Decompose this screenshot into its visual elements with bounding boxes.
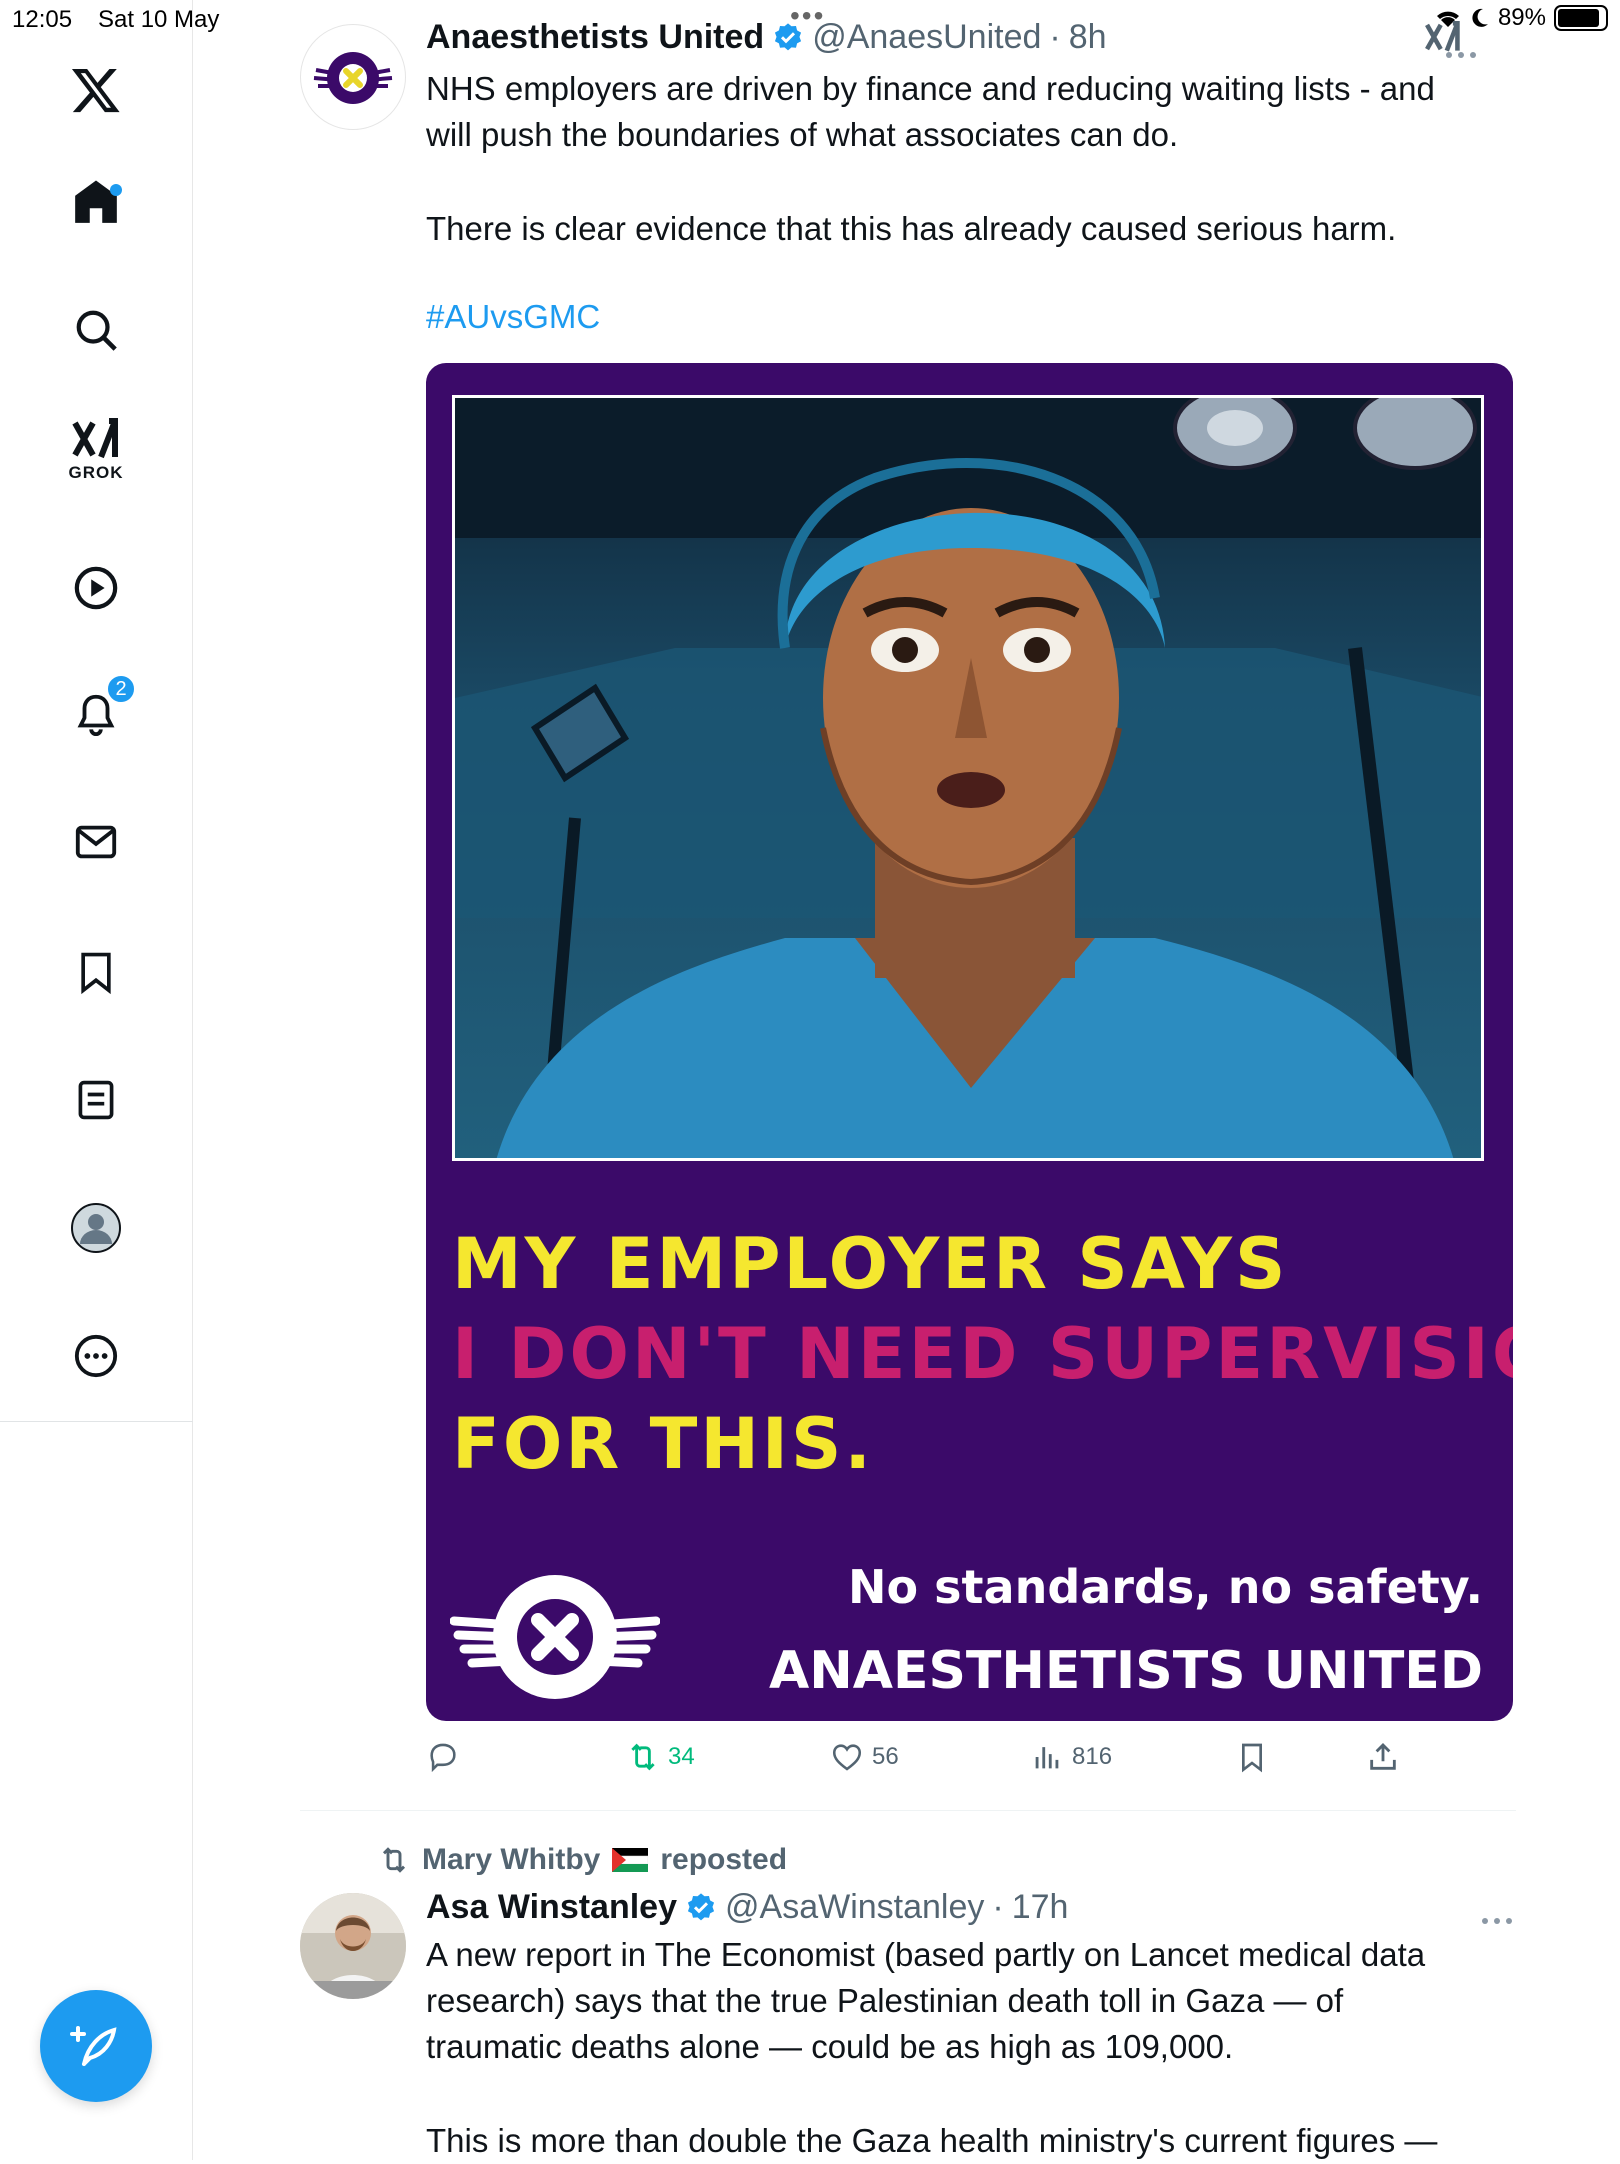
reply-button[interactable]: [426, 1740, 460, 1774]
sidebar: GROK 2: [0, 0, 193, 2160]
mail-icon: [75, 825, 117, 859]
list-icon: [78, 1080, 114, 1120]
media-headline-1: MY EMPLOYER SAYS: [452, 1223, 1289, 1305]
heart-icon: [832, 1744, 862, 1771]
views-icon: [1035, 1747, 1059, 1769]
repost-indicator: Mary Whitby reposted: [378, 1843, 787, 1877]
author-handle[interactable]: @AnaesUnited: [812, 18, 1041, 57]
sidebar-item-lists[interactable]: [46, 1060, 146, 1140]
bookmark-icon: [81, 952, 111, 995]
author-handle[interactable]: @AsaWinstanley: [725, 1888, 984, 1927]
notifications-badge: 2: [106, 674, 136, 704]
tweet-text-2: There is clear evidence that this has al…: [426, 210, 1397, 247]
separator-dot: ·: [1049, 18, 1061, 56]
like-count: 56: [872, 1743, 899, 1770]
x-logo-icon[interactable]: [46, 50, 146, 130]
author-name[interactable]: Asa Winstanley: [426, 1888, 677, 1927]
separator-dot: ·: [992, 1888, 1004, 1926]
compose-button[interactable]: [40, 1990, 152, 2102]
tweet-text-1: NHS employers are driven by finance and …: [426, 70, 1435, 153]
search-icon: [76, 310, 117, 351]
tweet-divider: [300, 1810, 1516, 1811]
hashtag-link[interactable]: #AUvsGMC: [426, 298, 600, 336]
media-headline-3: FOR THIS.: [452, 1403, 874, 1485]
grok-icon: [72, 418, 118, 459]
bookmark-icon: [1242, 1743, 1262, 1773]
retweet-icon: [382, 1847, 406, 1873]
user-photo: [300, 1893, 406, 1999]
verified-badge-icon: [687, 1892, 715, 1920]
tweet-media[interactable]: MY EMPLOYER SAYS I DON'T NEED SUPERVISIO…: [426, 363, 1513, 1721]
sidebar-item-messages[interactable]: [46, 802, 146, 882]
tweet-header: Anaesthetists United @AnaesUnited · 8h: [426, 18, 1107, 57]
tweet-time[interactable]: 17h: [1012, 1888, 1069, 1927]
retweet-button[interactable]: 34: [626, 1740, 695, 1774]
more-icon: [1482, 1918, 1512, 1924]
tweet-header: Asa Winstanley @AsaWinstanley · 17h: [426, 1888, 1068, 1927]
bookmark-button[interactable]: [1236, 1740, 1268, 1774]
repost-label: reposted: [660, 1843, 788, 1876]
sidebar-item-bookmarks[interactable]: [46, 932, 146, 1012]
author-name[interactable]: Anaesthetists United: [426, 18, 764, 57]
views-button[interactable]: 816: [1030, 1740, 1112, 1774]
tweet-actions: 34 56 816: [426, 1740, 1426, 1784]
tweet-text-1: A new report in The Economist (based par…: [426, 1936, 1426, 2065]
play-icon: [74, 566, 118, 610]
share-icon: [1370, 1742, 1396, 1770]
avatar[interactable]: [300, 24, 406, 130]
grok-explain-icon[interactable]: [1424, 18, 1462, 56]
sidebar-item-video[interactable]: [46, 548, 146, 628]
share-button[interactable]: [1366, 1740, 1400, 1774]
retweet-icon: [631, 1743, 655, 1771]
like-button[interactable]: 56: [830, 1740, 899, 1774]
media-brand: ANAESTHETISTS UNITED: [768, 1641, 1483, 1701]
view-count: 816: [1072, 1743, 1113, 1770]
tweet-time[interactable]: 8h: [1069, 18, 1107, 57]
sidebar-item-more[interactable]: [46, 1316, 146, 1396]
retweet-count: 34: [668, 1743, 695, 1770]
moon-icon: [1472, 8, 1488, 27]
grok-label: GROK: [68, 463, 124, 482]
unread-dot: [110, 184, 122, 196]
more-circle-icon: [74, 1334, 118, 1378]
winged-logo-icon: [450, 1575, 660, 1699]
media-illustration: [452, 395, 1484, 1161]
palestine-flag-icon: [612, 1848, 649, 1872]
battery-percent: 89%: [1497, 4, 1546, 31]
tweet-text-2: This is more than double the Gaza health…: [426, 2122, 1438, 2159]
tweet-more-button[interactable]: [1480, 1900, 1514, 1934]
compose-icon: [70, 2026, 117, 2066]
sidebar-item-notifications[interactable]: 2: [46, 674, 146, 754]
sidebar-item-grok[interactable]: GROK: [46, 410, 146, 490]
repost-by-name[interactable]: Mary Whitby: [422, 1843, 600, 1877]
surgeon-illustration: [455, 398, 1481, 1158]
sidebar-item-profile[interactable]: [46, 1188, 146, 1268]
verified-badge-icon: [775, 22, 802, 50]
sidebar-divider: [0, 1421, 193, 1422]
avatar[interactable]: [300, 1893, 406, 1999]
battery-icon: [1554, 5, 1608, 31]
media-headline-2: I DON'T NEED SUPERVISION: [452, 1313, 1513, 1395]
sidebar-item-home[interactable]: [46, 162, 146, 242]
reply-icon: [430, 1743, 456, 1773]
media-tagline: No standards, no safety.: [848, 1560, 1483, 1614]
anaesthetists-united-logo-icon: [313, 52, 393, 104]
profile-icon: [71, 1203, 121, 1253]
sidebar-item-explore[interactable]: [46, 290, 146, 370]
